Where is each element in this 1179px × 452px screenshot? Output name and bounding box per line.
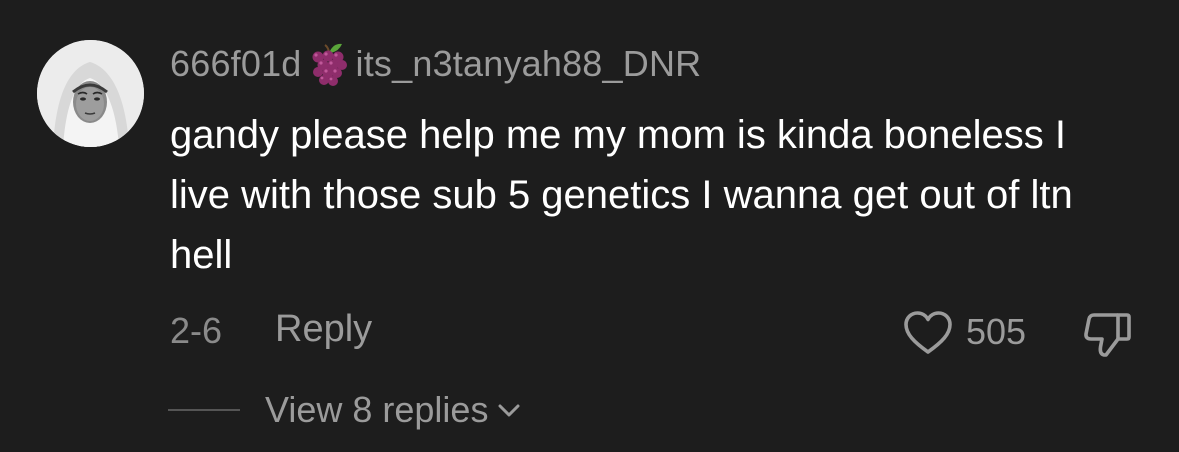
like-button[interactable] [902,309,954,357]
thumbs-down-icon [1084,313,1131,357]
like-count: 505 [966,311,1027,352]
comment-text: gandy please help me my mom is kinda bon… [170,113,1073,277]
username-prefix: 666f01d [170,43,302,84]
grapes-icon [304,39,354,89]
username-suffix: its_n3tanyah88_DNR [355,43,702,84]
username[interactable]: 666f01d its_n3tanyah88_DNR [170,38,701,90]
avatar[interactable] [37,40,144,147]
heart-outline-icon [904,311,952,354]
timestamp: 2-6 [170,310,223,351]
view-replies-button[interactable]: View 8 replies [265,387,522,433]
view-replies-label: View 8 replies [265,389,489,430]
dislike-button[interactable] [1082,309,1132,359]
replies-divider [168,409,240,411]
comment-item: 666f01d its_n3tanyah88_DNR gandy please … [0,0,1179,452]
reply-button[interactable]: Reply [275,308,372,351]
chevron-down-icon [496,400,522,420]
